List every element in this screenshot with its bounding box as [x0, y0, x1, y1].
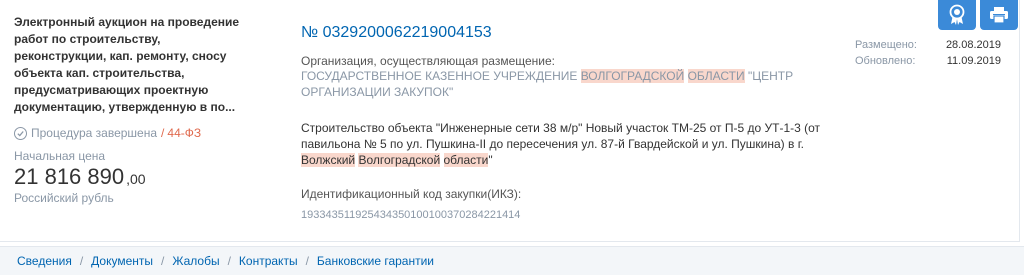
- price-label: Начальная цена: [14, 149, 106, 163]
- award-button[interactable]: [938, 0, 976, 30]
- purchase-description: Строительство объекта "Инженерные сети 3…: [301, 120, 851, 168]
- price-main: 21 816 890: [14, 164, 125, 189]
- law-badge: 44-ФЗ: [167, 126, 202, 140]
- org-name-highlight: Волгоградской: [580, 69, 685, 83]
- updated-value: 11.09.2019: [946, 55, 1001, 67]
- tab-separator: /: [227, 254, 231, 268]
- tab-complaints[interactable]: Жалобы: [172, 254, 219, 268]
- posted-value: 28.08.2019: [945, 39, 1001, 51]
- currency: Российский рубль: [14, 191, 114, 205]
- printer-icon: [990, 7, 1008, 24]
- law-separator: /: [161, 126, 165, 140]
- desc-space: [440, 153, 443, 167]
- tab-contracts[interactable]: Контракты: [239, 254, 298, 268]
- procedure-title[interactable]: Электронный аукцион на проведение работ …: [14, 14, 254, 116]
- org-label: Организация, осуществляющая размещение:: [301, 54, 555, 68]
- updated-label: Обновлено:: [855, 55, 916, 67]
- posted-label: Размещено:: [855, 39, 917, 51]
- award-icon: [949, 4, 965, 25]
- print-button[interactable]: [980, 0, 1018, 30]
- ikz-code: 193343511925434350100100370284221414: [301, 209, 521, 221]
- tab-bank-guarantees[interactable]: Банковские гарантии: [317, 254, 434, 268]
- org-name-highlight: области: [687, 69, 745, 83]
- org-name-part: Государственное казенное учреждение: [301, 69, 581, 83]
- desc-highlight: области: [443, 153, 489, 167]
- tab-separator: /: [305, 254, 309, 268]
- desc-part: ": [488, 153, 493, 167]
- purchase-summary: Электронный аукцион на проведение работ …: [14, 14, 254, 205]
- tab-details[interactable]: Сведения: [17, 254, 72, 268]
- price-cents: ,00: [126, 171, 146, 187]
- initial-price: 21 816 890,00: [14, 164, 254, 192]
- tab-documents[interactable]: Документы: [91, 254, 153, 268]
- purchase-number-link[interactable]: № 0329200062219004153: [301, 24, 851, 42]
- status-text: Процедура завершена: [31, 126, 158, 140]
- purchase-details: № 0329200062219004153 Организация, осуще…: [301, 24, 851, 221]
- card-tabs: Сведения / Документы / Жалобы / Контракт…: [0, 246, 1024, 275]
- purchase-card: Электронный аукцион на проведение работ …: [0, 0, 1020, 242]
- dates-block: Размещено: 28.08.2019 Обновлено: 11.09.2…: [855, 37, 1020, 69]
- tab-separator: /: [161, 254, 165, 268]
- updated-row: Обновлено: 11.09.2019: [855, 53, 1001, 69]
- desc-highlight: Волжский: [301, 153, 356, 167]
- check-circle-icon: [14, 126, 27, 140]
- ikz-label: Идентификационный код закупки(ИКЗ):: [301, 187, 522, 201]
- desc-highlight: Волгоградской: [358, 153, 441, 167]
- procedure-status: Процедура завершена / 44-ФЗ: [14, 126, 254, 140]
- posted-row: Размещено: 28.08.2019: [855, 37, 1001, 53]
- desc-part: Строительство объекта "Инженерные сети 3…: [301, 121, 821, 151]
- tab-separator: /: [79, 254, 84, 268]
- org-name-link[interactable]: Государственное казенное учреждение Волг…: [301, 68, 851, 100]
